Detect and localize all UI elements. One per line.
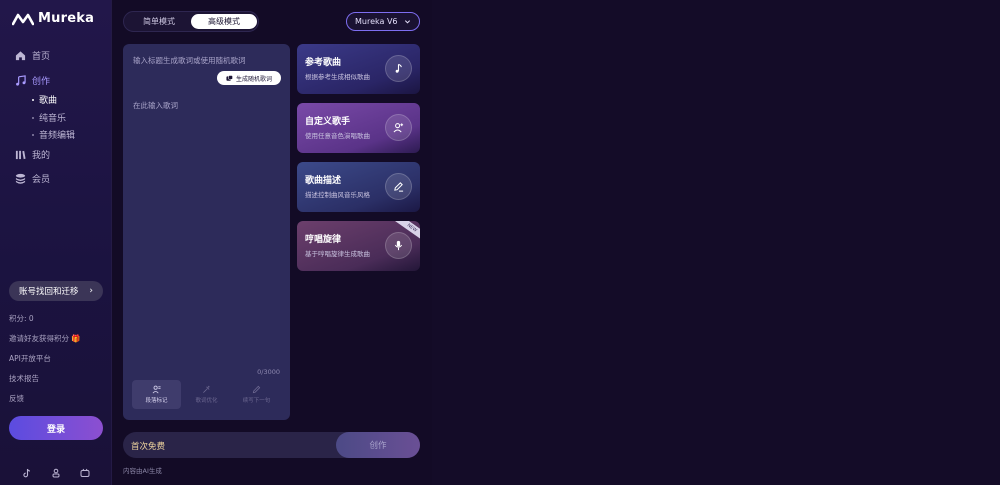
invite-label: 邀请好友获得积分 [9,334,69,343]
pen-icon [394,182,404,192]
card-song-description[interactable]: 歌曲描述 描述控制曲风音乐风格 [297,162,420,212]
nav-membership[interactable]: 会员 [15,172,50,185]
card-reference-song-desc: 根据参考生成相似歌曲 [305,73,370,81]
continue-line-label: 续写下一句 [242,398,271,404]
app-name: Mureka [38,11,95,26]
card-reference-song-icon-wrap [385,55,412,82]
tech-report-link[interactable]: 技术报告 [9,373,39,384]
bilibili-icon [80,468,90,477]
card-reference-song[interactable]: 参考歌曲 根据参考生成相似歌曲 [297,44,420,94]
card-hum-melody-title: 哼唱旋律 [305,235,342,245]
generate-random-lyrics-label: 生成随机歌词 [235,75,272,83]
sub-nav-audio-edit[interactable]: 音频编辑 [32,128,75,141]
results-panel [432,0,1000,485]
lyrics-optimize-label: 歌词优化 [195,398,218,404]
invite-link[interactable]: 邀请好友获得积分 🎁 [9,333,81,344]
bilibili-link[interactable] [80,463,90,477]
sidebar: Mureka 首页 创作 歌曲 纯音乐 音频编辑 我的 会员 账号找回和迁移 ›… [0,0,112,485]
nav-home[interactable]: 首页 [15,49,50,62]
ai-generated-note: 内容由AI生成 [123,467,162,475]
section-tag-label: 段落标记 [145,398,168,404]
optimize-icon [203,385,210,393]
sub-nav-song-label: 歌曲 [39,96,58,106]
lyrics-optimize-tool[interactable]: 歌词优化 [182,380,231,409]
tiktok-link[interactable] [22,463,32,478]
create-bar: 首次免费 创作 [123,432,420,458]
card-custom-singer-icon-wrap [385,114,412,141]
account-recovery-button[interactable]: 账号找回和迁移 › [9,281,103,301]
model-version-select[interactable]: Mureka V6 [346,12,420,31]
bullet [32,98,34,101]
nav-mine[interactable]: 我的 [15,148,50,161]
card-song-description-title: 歌曲描述 [305,176,342,186]
nav-create[interactable]: 创作 [15,74,50,87]
sub-nav-instrumental[interactable]: 纯音乐 [32,111,66,124]
dice-icon [226,74,233,81]
account-recovery-label: 账号找回和迁移 [19,287,79,297]
sub-nav-instrumental-label: 纯音乐 [39,114,67,124]
bullet [32,133,34,136]
nav-home-label: 首页 [32,52,51,62]
nav-create-label: 创作 [32,77,51,87]
login-button[interactable]: 登录 [9,416,103,440]
pen-icon [252,385,261,394]
generate-random-lyrics-button[interactable]: 生成随机歌词 [217,71,281,85]
simple-mode-tab[interactable]: 简单模式 [126,14,192,29]
points-text: 积分: 0 [9,314,34,323]
card-hum-melody-desc: 基于哼唱旋律生成歌曲 [305,250,370,258]
card-custom-singer-title: 自定义歌手 [305,117,351,127]
sub-nav-audio-edit-label: 音频编辑 [39,131,76,141]
card-song-description-desc: 描述控制曲风音乐风格 [305,191,370,199]
card-custom-singer-desc: 使用任意音色演唱歌曲 [305,132,370,140]
api-platform-link[interactable]: API开放平台 [9,353,51,364]
chevron-right-icon: › [89,286,93,296]
model-version-label: Mureka V6 [355,17,398,26]
tiktok-icon [23,468,31,478]
nav-mine-label: 我的 [32,151,51,161]
music-note-icon [395,63,402,73]
create-button[interactable]: 创作 [336,432,420,458]
advanced-mode-tab[interactable]: 高级模式 [191,14,257,29]
gift-icon: 🎁 [71,334,81,343]
layers-icon [15,173,26,184]
lyrics-editor: 输入标题生成歌词或使用随机歌词 生成随机歌词 在此输入歌词 0/3000 段落标… [123,44,290,420]
microphone-icon [394,240,403,251]
music-note-icon [16,75,26,86]
continue-line-tool[interactable]: 续写下一句 [232,380,281,409]
title-input[interactable]: 输入标题生成歌词或使用随机歌词 [133,55,246,66]
mureka-logo-icon [12,13,34,25]
tag-list-icon [152,385,161,394]
community-link[interactable] [51,463,61,478]
bullet [32,116,34,119]
card-hum-melody-icon-wrap [385,232,412,259]
feedback-link[interactable]: 反馈 [9,393,24,404]
library-icon [15,150,26,160]
sub-nav-song[interactable]: 歌曲 [32,93,57,106]
nav-membership-label: 会员 [32,175,51,185]
free-first-time-label: 首次免费 [131,442,166,452]
card-custom-singer[interactable]: 自定义歌手 使用任意音色演唱歌曲 [297,103,420,153]
card-song-description-icon-wrap [385,173,412,200]
card-reference-song-title: 参考歌曲 [305,58,342,68]
home-icon [15,51,26,61]
chevron-down-icon [404,20,411,24]
community-icon [52,468,60,478]
section-tag-tool[interactable]: 段落标记 [132,380,181,409]
card-hum-melody[interactable]: NEW 哼唱旋律 基于哼唱旋律生成歌曲 [297,221,420,271]
char-counter: 0/3000 [257,368,280,376]
lyrics-textarea[interactable]: 在此输入歌词 [133,100,178,111]
logo[interactable]: Mureka [12,11,94,26]
mode-toggle: 简单模式 高级模式 [123,11,259,32]
add-singer-icon [393,123,404,133]
